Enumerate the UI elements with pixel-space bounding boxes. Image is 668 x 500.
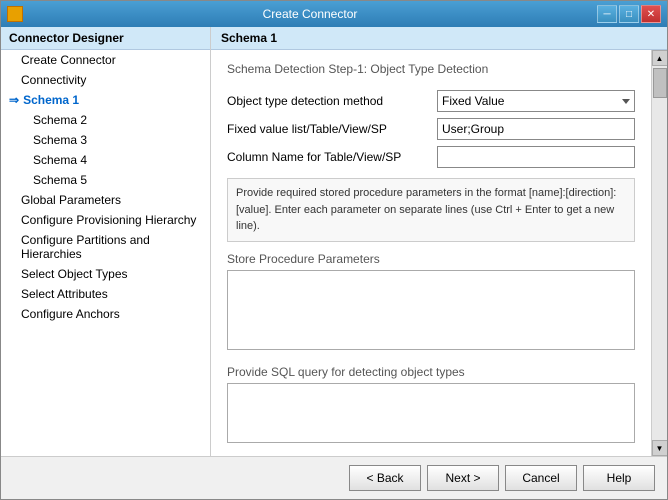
footer: < Back Next > Cancel Help — [1, 456, 667, 499]
sidebar-item-label: Schema 2 — [33, 113, 87, 127]
info-text: Provide required stored procedure parame… — [227, 178, 635, 242]
sql-query-textarea[interactable] — [227, 383, 635, 443]
help-button[interactable]: Help — [583, 465, 655, 491]
sidebar-item-select-attributes[interactable]: Select Attributes — [1, 284, 210, 304]
sidebar-item-schema5[interactable]: Schema 5 — [1, 170, 210, 190]
window-title: Create Connector — [23, 7, 597, 21]
sidebar-item-label: Schema 1 — [23, 93, 79, 107]
scroll-down-button[interactable]: ▼ — [652, 440, 668, 456]
sidebar-item-label: Schema 5 — [33, 173, 87, 187]
sidebar-item-configure-partitions[interactable]: Configure Partitions and Hierarchies — [1, 230, 210, 264]
sidebar: Connector Designer Create Connector Conne… — [1, 27, 211, 456]
main-panel-header: Schema 1 — [211, 27, 667, 50]
fixed-value-input-wrapper — [437, 118, 635, 140]
sidebar-item-global-parameters[interactable]: Global Parameters — [1, 190, 210, 210]
sidebar-item-configure-anchors[interactable]: Configure Anchors — [1, 304, 210, 324]
back-button[interactable]: < Back — [349, 465, 421, 491]
cancel-button[interactable]: Cancel — [505, 465, 577, 491]
close-button[interactable]: ✕ — [641, 5, 661, 23]
detection-method-select-wrapper: Fixed Value Table View Stored Procedure — [437, 90, 635, 112]
store-procedure-label: Store Procedure Parameters — [227, 252, 635, 266]
title-bar-controls: ─ □ ✕ — [597, 5, 661, 23]
sidebar-item-label: Schema 4 — [33, 153, 87, 167]
fixed-value-input[interactable] — [437, 118, 635, 140]
sidebar-item-label: Configure Provisioning Hierarchy — [21, 213, 196, 227]
section-title: Schema Detection Step-1: Object Type Det… — [227, 62, 635, 76]
column-name-input[interactable] — [437, 146, 635, 168]
minimize-button[interactable]: ─ — [597, 5, 617, 23]
column-name-label: Column Name for Table/View/SP — [227, 150, 437, 164]
sidebar-item-schema1[interactable]: ⇒ Schema 1 — [1, 90, 210, 110]
store-procedure-textarea[interactable] — [227, 270, 635, 350]
detection-method-select[interactable]: Fixed Value Table View Stored Procedure — [437, 90, 635, 112]
sidebar-item-label: Schema 3 — [33, 133, 87, 147]
detection-method-row: Object type detection method Fixed Value… — [227, 90, 635, 112]
vertical-scrollbar[interactable]: ▲ ▼ — [651, 50, 667, 456]
main-scroll-wrapper: Schema Detection Step-1: Object Type Det… — [211, 50, 667, 456]
sidebar-item-label: Configure Anchors — [21, 307, 120, 321]
content-area: Connector Designer Create Connector Conne… — [1, 27, 667, 456]
sql-section-label: Provide SQL query for detecting object t… — [227, 365, 635, 379]
detection-method-label: Object type detection method — [227, 94, 437, 108]
fixed-value-row: Fixed value list/Table/View/SP — [227, 118, 635, 140]
sidebar-item-label: Select Object Types — [21, 267, 128, 281]
main-content: Schema Detection Step-1: Object Type Det… — [211, 50, 651, 456]
column-name-input-wrapper — [437, 146, 635, 168]
main-window: Create Connector ─ □ ✕ Connector Designe… — [0, 0, 668, 500]
scroll-thumb[interactable] — [653, 68, 667, 98]
sidebar-item-configure-provisioning[interactable]: Configure Provisioning Hierarchy — [1, 210, 210, 230]
sidebar-item-create-connector[interactable]: Create Connector — [1, 50, 210, 70]
sidebar-item-label: Configure Partitions and Hierarchies — [21, 233, 150, 261]
title-bar: Create Connector ─ □ ✕ — [1, 1, 667, 27]
sidebar-item-label: Create Connector — [21, 53, 116, 67]
sidebar-item-schema4[interactable]: Schema 4 — [1, 150, 210, 170]
sidebar-item-label: Select Attributes — [21, 287, 108, 301]
sidebar-item-label: Connectivity — [21, 73, 86, 87]
app-icon — [7, 6, 23, 22]
sidebar-item-label: Global Parameters — [21, 193, 121, 207]
arrow-icon: ⇒ — [9, 93, 19, 107]
main-panel: Schema 1 Schema Detection Step-1: Object… — [211, 27, 667, 456]
sidebar-item-select-object-types[interactable]: Select Object Types — [1, 264, 210, 284]
next-button[interactable]: Next > — [427, 465, 499, 491]
sidebar-item-schema2[interactable]: Schema 2 — [1, 110, 210, 130]
scroll-up-button[interactable]: ▲ — [652, 50, 668, 66]
sidebar-item-connectivity[interactable]: Connectivity — [1, 70, 210, 90]
column-name-row: Column Name for Table/View/SP — [227, 146, 635, 168]
sidebar-header: Connector Designer — [1, 27, 210, 50]
sidebar-item-schema3[interactable]: Schema 3 — [1, 130, 210, 150]
maximize-button[interactable]: □ — [619, 5, 639, 23]
fixed-value-label: Fixed value list/Table/View/SP — [227, 122, 437, 136]
